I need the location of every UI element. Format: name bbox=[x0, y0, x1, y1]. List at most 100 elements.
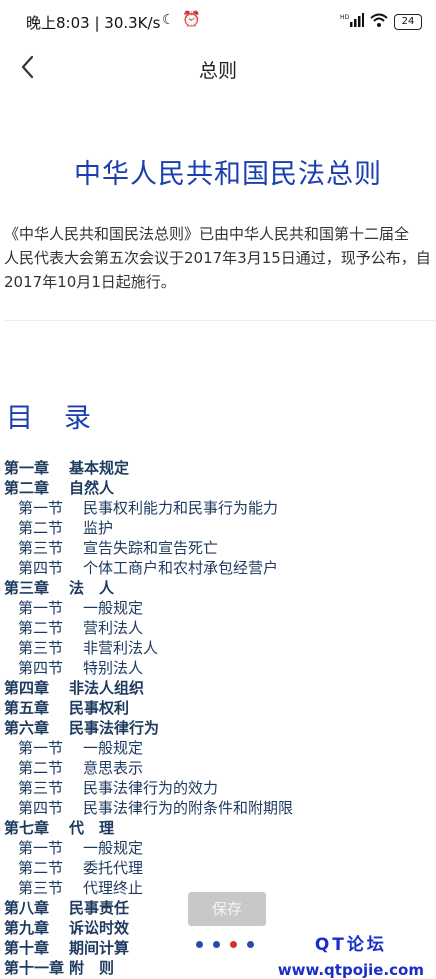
toc-item-title: 民事权利 bbox=[69, 699, 130, 717]
alarm-icon: ⏰ bbox=[182, 10, 201, 28]
intro-paragraph: 《中华人民共和国民法总则》已由中华人民共和国第十二届全 人民代表大会第五次会议于… bbox=[4, 222, 436, 294]
toc-item-number: 第一节 bbox=[18, 599, 64, 617]
toc-item-title: 一般规定 bbox=[83, 839, 144, 857]
toc-section-item[interactable]: 第一节 一般规定 bbox=[0, 838, 436, 858]
toc-item-number: 第十一章 bbox=[4, 959, 65, 977]
toc-section-item[interactable]: 第二节 营利法人 bbox=[0, 618, 436, 638]
document-title: 中华人民共和国民法总则 bbox=[74, 159, 382, 190]
toc-item-number: 第十章 bbox=[4, 939, 50, 957]
toc-item-title: 宣告失踪和宣告死亡 bbox=[83, 539, 219, 557]
toc-chapter-item[interactable]: 第七章 代 理 bbox=[0, 818, 436, 838]
toc-section-item[interactable]: 第一节 民事权利能力和民事行为能力 bbox=[0, 498, 436, 518]
toc-item-number: 第一节 bbox=[18, 839, 64, 857]
toc-item-title: 民事法律行为 bbox=[69, 719, 160, 737]
toc-chapter-item[interactable]: 第二章 自然人 bbox=[0, 478, 436, 498]
toc-item-number: 第二节 bbox=[18, 759, 64, 777]
page-title: 总则 bbox=[198, 60, 237, 82]
watermark-title: QT论坛 bbox=[314, 935, 387, 955]
toc-item-title: 代理终止 bbox=[83, 879, 144, 897]
toc-item-number: 第三节 bbox=[18, 879, 64, 897]
intro-line: 2017年10月1日起施行。 bbox=[4, 273, 176, 291]
toc-item-title: 一般规定 bbox=[83, 599, 144, 617]
toc-item-number: 第六章 bbox=[4, 719, 50, 737]
status-bar: 晚上8:03 | 30.3K/s ☾ ⏰ HD 24 bbox=[0, 0, 436, 44]
toc-item-number: 第一节 bbox=[18, 739, 64, 757]
toc-item-number: 第七章 bbox=[4, 819, 50, 837]
toc-section-item[interactable]: 第三节 非营利法人 bbox=[0, 638, 436, 658]
toc-item-title: 民事法律行为的附条件和附期限 bbox=[83, 799, 294, 817]
toc-item-title: 监护 bbox=[83, 519, 114, 537]
toc-item-number: 第一章 bbox=[4, 459, 50, 477]
toc-item-number: 第五章 bbox=[4, 699, 50, 717]
toc-item-title: 一般规定 bbox=[83, 739, 144, 757]
toc-item-title: 特别法人 bbox=[83, 659, 144, 677]
toc-item-number: 第九章 bbox=[4, 919, 50, 937]
toc-item-number: 第二节 bbox=[18, 619, 64, 637]
toc-section-item[interactable]: 第四节 个体工商户和农村承包经营户 bbox=[0, 558, 436, 578]
toc-section-item[interactable]: 第二节 意思表示 bbox=[0, 758, 436, 778]
toc-item-number: 第一节 bbox=[18, 499, 64, 517]
toc-item-title: 法 人 bbox=[69, 579, 115, 597]
toc-item-title: 非营利法人 bbox=[83, 639, 159, 657]
toc-item-title: 个体工商户和农村承包经营户 bbox=[83, 559, 279, 577]
toc-section-item[interactable]: 第三节 宣告失踪和宣告死亡 bbox=[0, 538, 436, 558]
watermark: QT论坛 www.qtpojie.com bbox=[278, 930, 424, 979]
toc-item-title: 民事法律行为的效力 bbox=[83, 779, 219, 797]
watermark-url: www.qtpojie.com bbox=[277, 961, 424, 979]
toc-item-number: 第二章 bbox=[4, 479, 50, 497]
intro-line: 人民代表大会第五次会议于2017年3月15日通过，现予公布，自 bbox=[4, 249, 431, 267]
toc-item-title: 诉讼时效 bbox=[69, 919, 130, 937]
toc-section-item[interactable]: 第四节 特别法人 bbox=[0, 658, 436, 678]
toc-item-number: 第三节 bbox=[18, 639, 64, 657]
toc-section-item[interactable]: 第二节 委托代理 bbox=[0, 858, 436, 878]
moon-icon: ☾ bbox=[162, 12, 175, 28]
page-dot[interactable] bbox=[213, 941, 220, 948]
divider bbox=[4, 320, 436, 321]
toc-heading: 目 录 bbox=[6, 403, 93, 434]
page-dot[interactable] bbox=[230, 941, 237, 948]
toc-item-number: 第三节 bbox=[18, 779, 64, 797]
page-dot[interactable] bbox=[196, 941, 203, 948]
svg-text:HD: HD bbox=[340, 14, 350, 21]
toc-section-item[interactable]: 第一节 一般规定 bbox=[0, 738, 436, 758]
toc-section-item[interactable]: 第三节 民事法律行为的效力 bbox=[0, 778, 436, 798]
toc-section-item[interactable]: 第二节 监护 bbox=[0, 518, 436, 538]
toc-chapter-item[interactable]: 第三章 法 人 bbox=[0, 578, 436, 598]
toc-item-number: 第三章 bbox=[4, 579, 50, 597]
toc-item-number: 第四章 bbox=[4, 679, 50, 697]
toc-item-title: 民事权利能力和民事行为能力 bbox=[83, 499, 279, 517]
toc-item-title: 营利法人 bbox=[83, 619, 144, 637]
toc-chapter-item[interactable]: 第一章 基本规定 bbox=[0, 458, 436, 478]
wifi-icon bbox=[370, 12, 388, 31]
toc-item-title: 期间计算 bbox=[69, 939, 130, 957]
nav-bar: 总则 bbox=[0, 44, 436, 90]
toc-item-number: 第二节 bbox=[18, 519, 64, 537]
page-indicator bbox=[196, 941, 254, 948]
back-button[interactable] bbox=[14, 52, 44, 82]
toc-item-title: 意思表示 bbox=[83, 759, 144, 777]
toc-item-title: 附 则 bbox=[69, 959, 115, 977]
save-button[interactable]: 保存 bbox=[188, 892, 266, 926]
page-dot[interactable] bbox=[247, 941, 254, 948]
status-icons: HD 24 bbox=[340, 12, 422, 31]
toc-item-title: 基本规定 bbox=[69, 459, 130, 477]
toc-item-number: 第四节 bbox=[18, 559, 64, 577]
toc-item-title: 委托代理 bbox=[83, 859, 144, 877]
toc-item-title: 代 理 bbox=[69, 819, 115, 837]
status-time-speed: 晚上8:03 | 30.3K/s bbox=[26, 14, 161, 32]
toc-chapter-item[interactable]: 第六章 民事法律行为 bbox=[0, 718, 436, 738]
hd-signal-icon: HD bbox=[340, 12, 364, 31]
battery-icon: 24 bbox=[394, 13, 422, 30]
toc-section-item[interactable]: 第四节 民事法律行为的附条件和附期限 bbox=[0, 798, 436, 818]
toc-item-title: 非法人组织 bbox=[69, 679, 145, 697]
toc-item-number: 第三节 bbox=[18, 539, 64, 557]
intro-line: 《中华人民共和国民法总则》已由中华人民共和国第十二届全 bbox=[4, 225, 410, 243]
toc-item-number: 第四节 bbox=[18, 659, 64, 677]
toc-item-title: 民事责任 bbox=[69, 899, 130, 917]
toc-section-item[interactable]: 第一节 一般规定 bbox=[0, 598, 436, 618]
toc-chapter-item[interactable]: 第五章 民事权利 bbox=[0, 698, 436, 718]
chevron-left-icon bbox=[21, 55, 34, 79]
toc-chapter-item[interactable]: 第四章 非法人组织 bbox=[0, 678, 436, 698]
toc-item-number: 第四节 bbox=[18, 799, 64, 817]
toc-item-number: 第八章 bbox=[4, 899, 50, 917]
